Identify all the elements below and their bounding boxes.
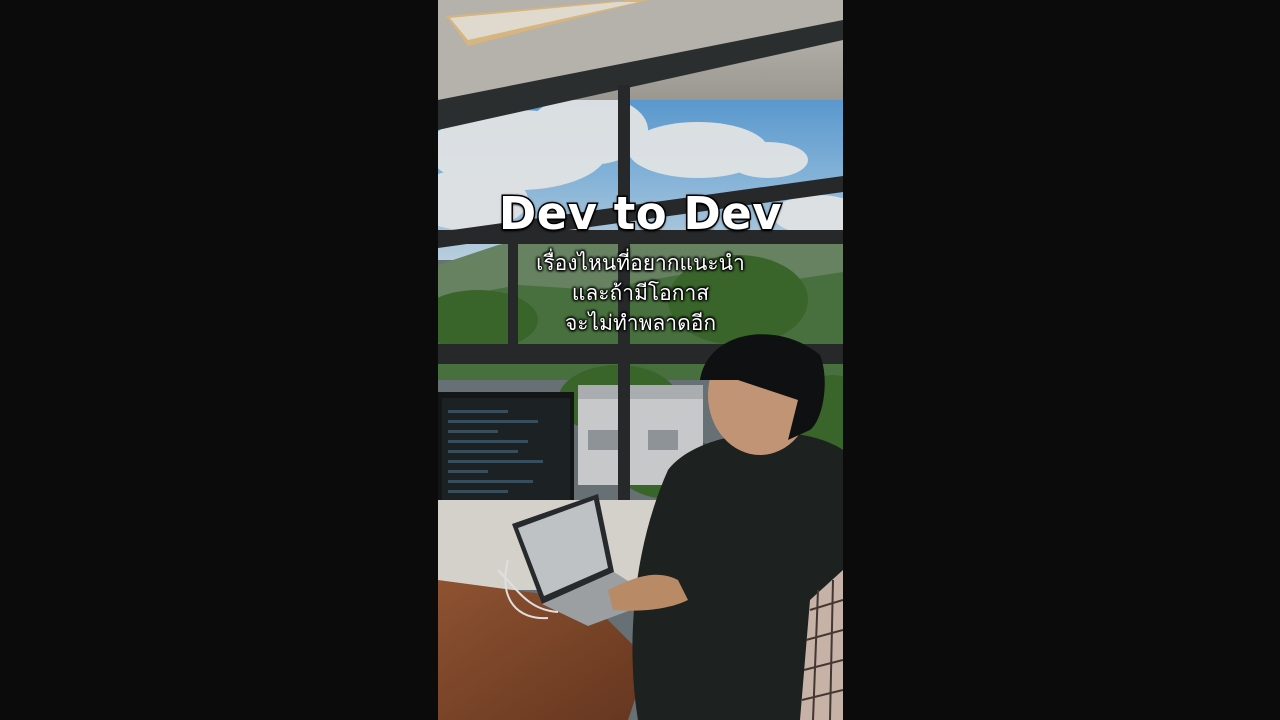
caption-line: จะไม่ทำพลาดอีก [564,311,717,335]
caption-title: Dev to Dev [497,186,783,242]
video-frame[interactable]: Dev to Dev เรื่องไหนที่อยากแนะนำ และถ้าม… [438,0,843,720]
caption-line: เรื่องไหนที่อยากแนะนำ [536,251,745,275]
video-caption-overlay: Dev to Dev เรื่องไหนที่อยากแนะนำ และถ้าม… [438,186,843,338]
caption-subtitle: เรื่องไหนที่อยากแนะนำ และถ้ามีโอกาส จะไม… [438,248,843,338]
video-player-stage: Dev to Dev เรื่องไหนที่อยากแนะนำ และถ้าม… [0,0,1280,720]
office-scene-photo [438,0,843,720]
caption-line: และถ้ามีโอกาส [571,281,710,305]
